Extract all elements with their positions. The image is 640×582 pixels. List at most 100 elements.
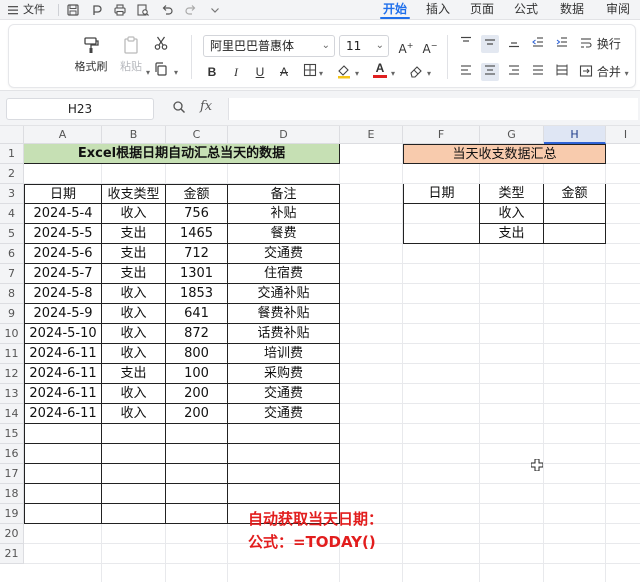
table-cell[interactable]: 641: [166, 304, 228, 324]
summary-header-cell[interactable]: 日期: [403, 184, 480, 204]
undo-icon[interactable]: [160, 3, 174, 17]
empty-table-cell[interactable]: [228, 424, 340, 444]
table-cell[interactable]: 交通费: [228, 384, 340, 404]
empty-table-cell[interactable]: [102, 484, 166, 504]
empty-table-cell[interactable]: [228, 444, 340, 464]
summary-type-cell[interactable]: 收入: [480, 204, 544, 224]
column-header-e[interactable]: E: [340, 126, 403, 144]
align-middle-icon[interactable]: [481, 35, 499, 53]
copy-dropdown-icon[interactable]: ▾: [174, 68, 178, 77]
table-cell[interactable]: 收入: [102, 304, 166, 324]
row-header-21[interactable]: 21: [0, 544, 24, 564]
save-icon[interactable]: [66, 3, 80, 17]
font-name-select[interactable]: 阿里巴巴普惠体 ⌄: [203, 35, 335, 57]
empty-table-cell[interactable]: [102, 424, 166, 444]
table-cell[interactable]: 200: [166, 384, 228, 404]
empty-table-cell[interactable]: [166, 504, 228, 524]
file-menu[interactable]: 文件: [23, 2, 45, 18]
clear-dropdown-icon[interactable]: ▾: [427, 69, 431, 78]
row-header-7[interactable]: 7: [0, 264, 24, 284]
row-header-11[interactable]: 11: [0, 344, 24, 364]
row-header-10[interactable]: 10: [0, 324, 24, 344]
tab-formula[interactable]: 公式: [506, 1, 546, 19]
row-header-2[interactable]: 2: [0, 164, 24, 184]
table-cell[interactable]: 支出: [102, 224, 166, 244]
table-header-cell[interactable]: 日期: [24, 184, 102, 204]
table-cell[interactable]: 712: [166, 244, 228, 264]
decrease-indent-icon[interactable]: [529, 35, 547, 53]
align-bottom-icon[interactable]: [505, 35, 523, 53]
table-cell[interactable]: 872: [166, 324, 228, 344]
column-header-a[interactable]: A: [24, 126, 102, 144]
tab-data[interactable]: 数据: [552, 1, 592, 19]
table-cell[interactable]: 支出: [102, 364, 166, 384]
column-header-b[interactable]: B: [102, 126, 166, 144]
table-cell[interactable]: 1465: [166, 224, 228, 244]
summary-date-cell[interactable]: [403, 204, 480, 244]
font-size-select[interactable]: 11 ⌄: [339, 35, 389, 57]
align-left-icon[interactable]: [457, 63, 475, 81]
sheet-title[interactable]: Excel根据日期自动汇总当天的数据: [24, 144, 340, 164]
table-cell[interactable]: 2024-5-5: [24, 224, 102, 244]
row-header-6[interactable]: 6: [0, 244, 24, 264]
table-cell[interactable]: 交通费: [228, 404, 340, 424]
table-cell[interactable]: 住宿费: [228, 264, 340, 284]
align-center-icon[interactable]: [481, 63, 499, 81]
summary-header-cell[interactable]: 类型: [480, 184, 544, 204]
tab-insert[interactable]: 插入: [418, 1, 458, 19]
row-header-4[interactable]: 4: [0, 204, 24, 224]
tab-review[interactable]: 审阅: [598, 1, 638, 19]
row-header-13[interactable]: 13: [0, 384, 24, 404]
empty-table-cell[interactable]: [24, 424, 102, 444]
zoom-icon[interactable]: [172, 100, 186, 118]
table-cell[interactable]: 2024-5-6: [24, 244, 102, 264]
table-cell[interactable]: 收入: [102, 404, 166, 424]
summary-amount-cell[interactable]: [544, 224, 606, 244]
empty-table-cell[interactable]: [24, 444, 102, 464]
empty-table-cell[interactable]: [102, 444, 166, 464]
table-cell[interactable]: 餐费: [228, 224, 340, 244]
empty-table-cell[interactable]: [166, 424, 228, 444]
empty-table-cell[interactable]: [228, 464, 340, 484]
table-cell[interactable]: 收入: [102, 284, 166, 304]
menu-hamburger-icon[interactable]: [6, 3, 20, 17]
table-cell[interactable]: 1301: [166, 264, 228, 284]
table-cell[interactable]: 收入: [102, 384, 166, 404]
row-header-17[interactable]: 17: [0, 464, 24, 484]
fill-color-icon[interactable]: [335, 63, 353, 81]
table-cell[interactable]: 100: [166, 364, 228, 384]
decrease-font-icon[interactable]: A−: [421, 37, 439, 56]
table-cell[interactable]: 2024-5-4: [24, 204, 102, 224]
row-header-20[interactable]: 20: [0, 524, 24, 544]
fill-dropdown-icon[interactable]: ▾: [355, 69, 359, 78]
copy-icon[interactable]: [152, 61, 170, 79]
format-painter-button[interactable]: 格式刷: [71, 35, 111, 74]
border-icon[interactable]: [301, 63, 319, 81]
font-color-dropdown-icon[interactable]: ▾: [391, 69, 395, 78]
font-color-icon[interactable]: A: [371, 61, 389, 79]
export-pdf-icon[interactable]: [90, 3, 104, 17]
table-cell[interactable]: 2024-6-11: [24, 364, 102, 384]
table-cell[interactable]: 支出: [102, 244, 166, 264]
table-cell[interactable]: 2024-5-9: [24, 304, 102, 324]
column-header-g[interactable]: G: [480, 126, 544, 144]
table-header-cell[interactable]: 备注: [228, 184, 340, 204]
merge-dropdown-icon[interactable]: ▾: [625, 69, 629, 78]
row-header-18[interactable]: 18: [0, 484, 24, 504]
summary-title[interactable]: 当天收支数据汇总: [403, 144, 606, 164]
redo-icon[interactable]: [184, 3, 198, 17]
tab-page[interactable]: 页面: [462, 1, 502, 19]
table-cell[interactable]: 756: [166, 204, 228, 224]
column-header-i[interactable]: I: [606, 126, 640, 144]
summary-header-cell[interactable]: 金额: [544, 184, 606, 204]
row-header-14[interactable]: 14: [0, 404, 24, 424]
underline-icon[interactable]: U: [251, 63, 269, 81]
table-cell[interactable]: 200: [166, 404, 228, 424]
table-cell[interactable]: 2024-6-11: [24, 384, 102, 404]
column-header-f[interactable]: F: [403, 126, 480, 144]
row-header-5[interactable]: 5: [0, 224, 24, 244]
wrap-text-button[interactable]: 换行: [579, 35, 621, 53]
empty-table-cell[interactable]: [102, 464, 166, 484]
column-header-h[interactable]: H: [544, 126, 606, 144]
row-header-15[interactable]: 15: [0, 424, 24, 444]
